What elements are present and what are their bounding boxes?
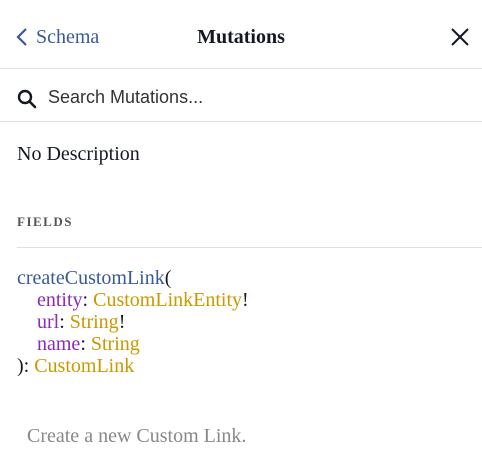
arg-name: name [37, 333, 81, 355]
close-paren: ): [17, 355, 35, 377]
arg-name: url [37, 311, 60, 333]
fields-section-title: FIELDS [17, 214, 73, 229]
fields-divider [17, 247, 482, 248]
field-arg: url: String! [37, 311, 126, 333]
search-bar [0, 69, 482, 122]
type-description: No Description [17, 143, 140, 165]
close-icon[interactable] [450, 27, 470, 47]
docs-panel: Schema Mutations No Description FIELDS c… [0, 0, 482, 463]
field-arg: name: String [37, 333, 140, 355]
field-entry: createCustomLink( entity: CustomLinkEnti… [17, 267, 249, 377]
search-icon [17, 89, 37, 109]
field-arg: entity: CustomLinkEntity! [37, 289, 249, 311]
field-signature-line: createCustomLink( [17, 267, 249, 289]
field-return-line: ): CustomLink [17, 355, 249, 377]
arg-type-link[interactable]: String [70, 311, 119, 333]
return-type-link[interactable]: CustomLink [34, 355, 134, 377]
open-paren: ( [164, 267, 172, 289]
non-null-marker: ! [118, 311, 126, 333]
arg-type-link[interactable]: String [91, 333, 140, 355]
search-input[interactable] [48, 84, 468, 110]
docs-header: Schema Mutations [0, 0, 482, 69]
back-link-label: Schema [36, 26, 100, 48]
non-null-marker: ! [242, 289, 249, 311]
arg-name: entity [37, 289, 83, 311]
field-name-link[interactable]: createCustomLink [17, 267, 165, 289]
field-description: Create a new Custom Link. [27, 425, 247, 447]
chevron-left-icon [16, 28, 27, 46]
back-to-schema-link[interactable]: Schema [16, 25, 99, 49]
arg-type-link[interactable]: CustomLinkEntity [93, 289, 242, 311]
